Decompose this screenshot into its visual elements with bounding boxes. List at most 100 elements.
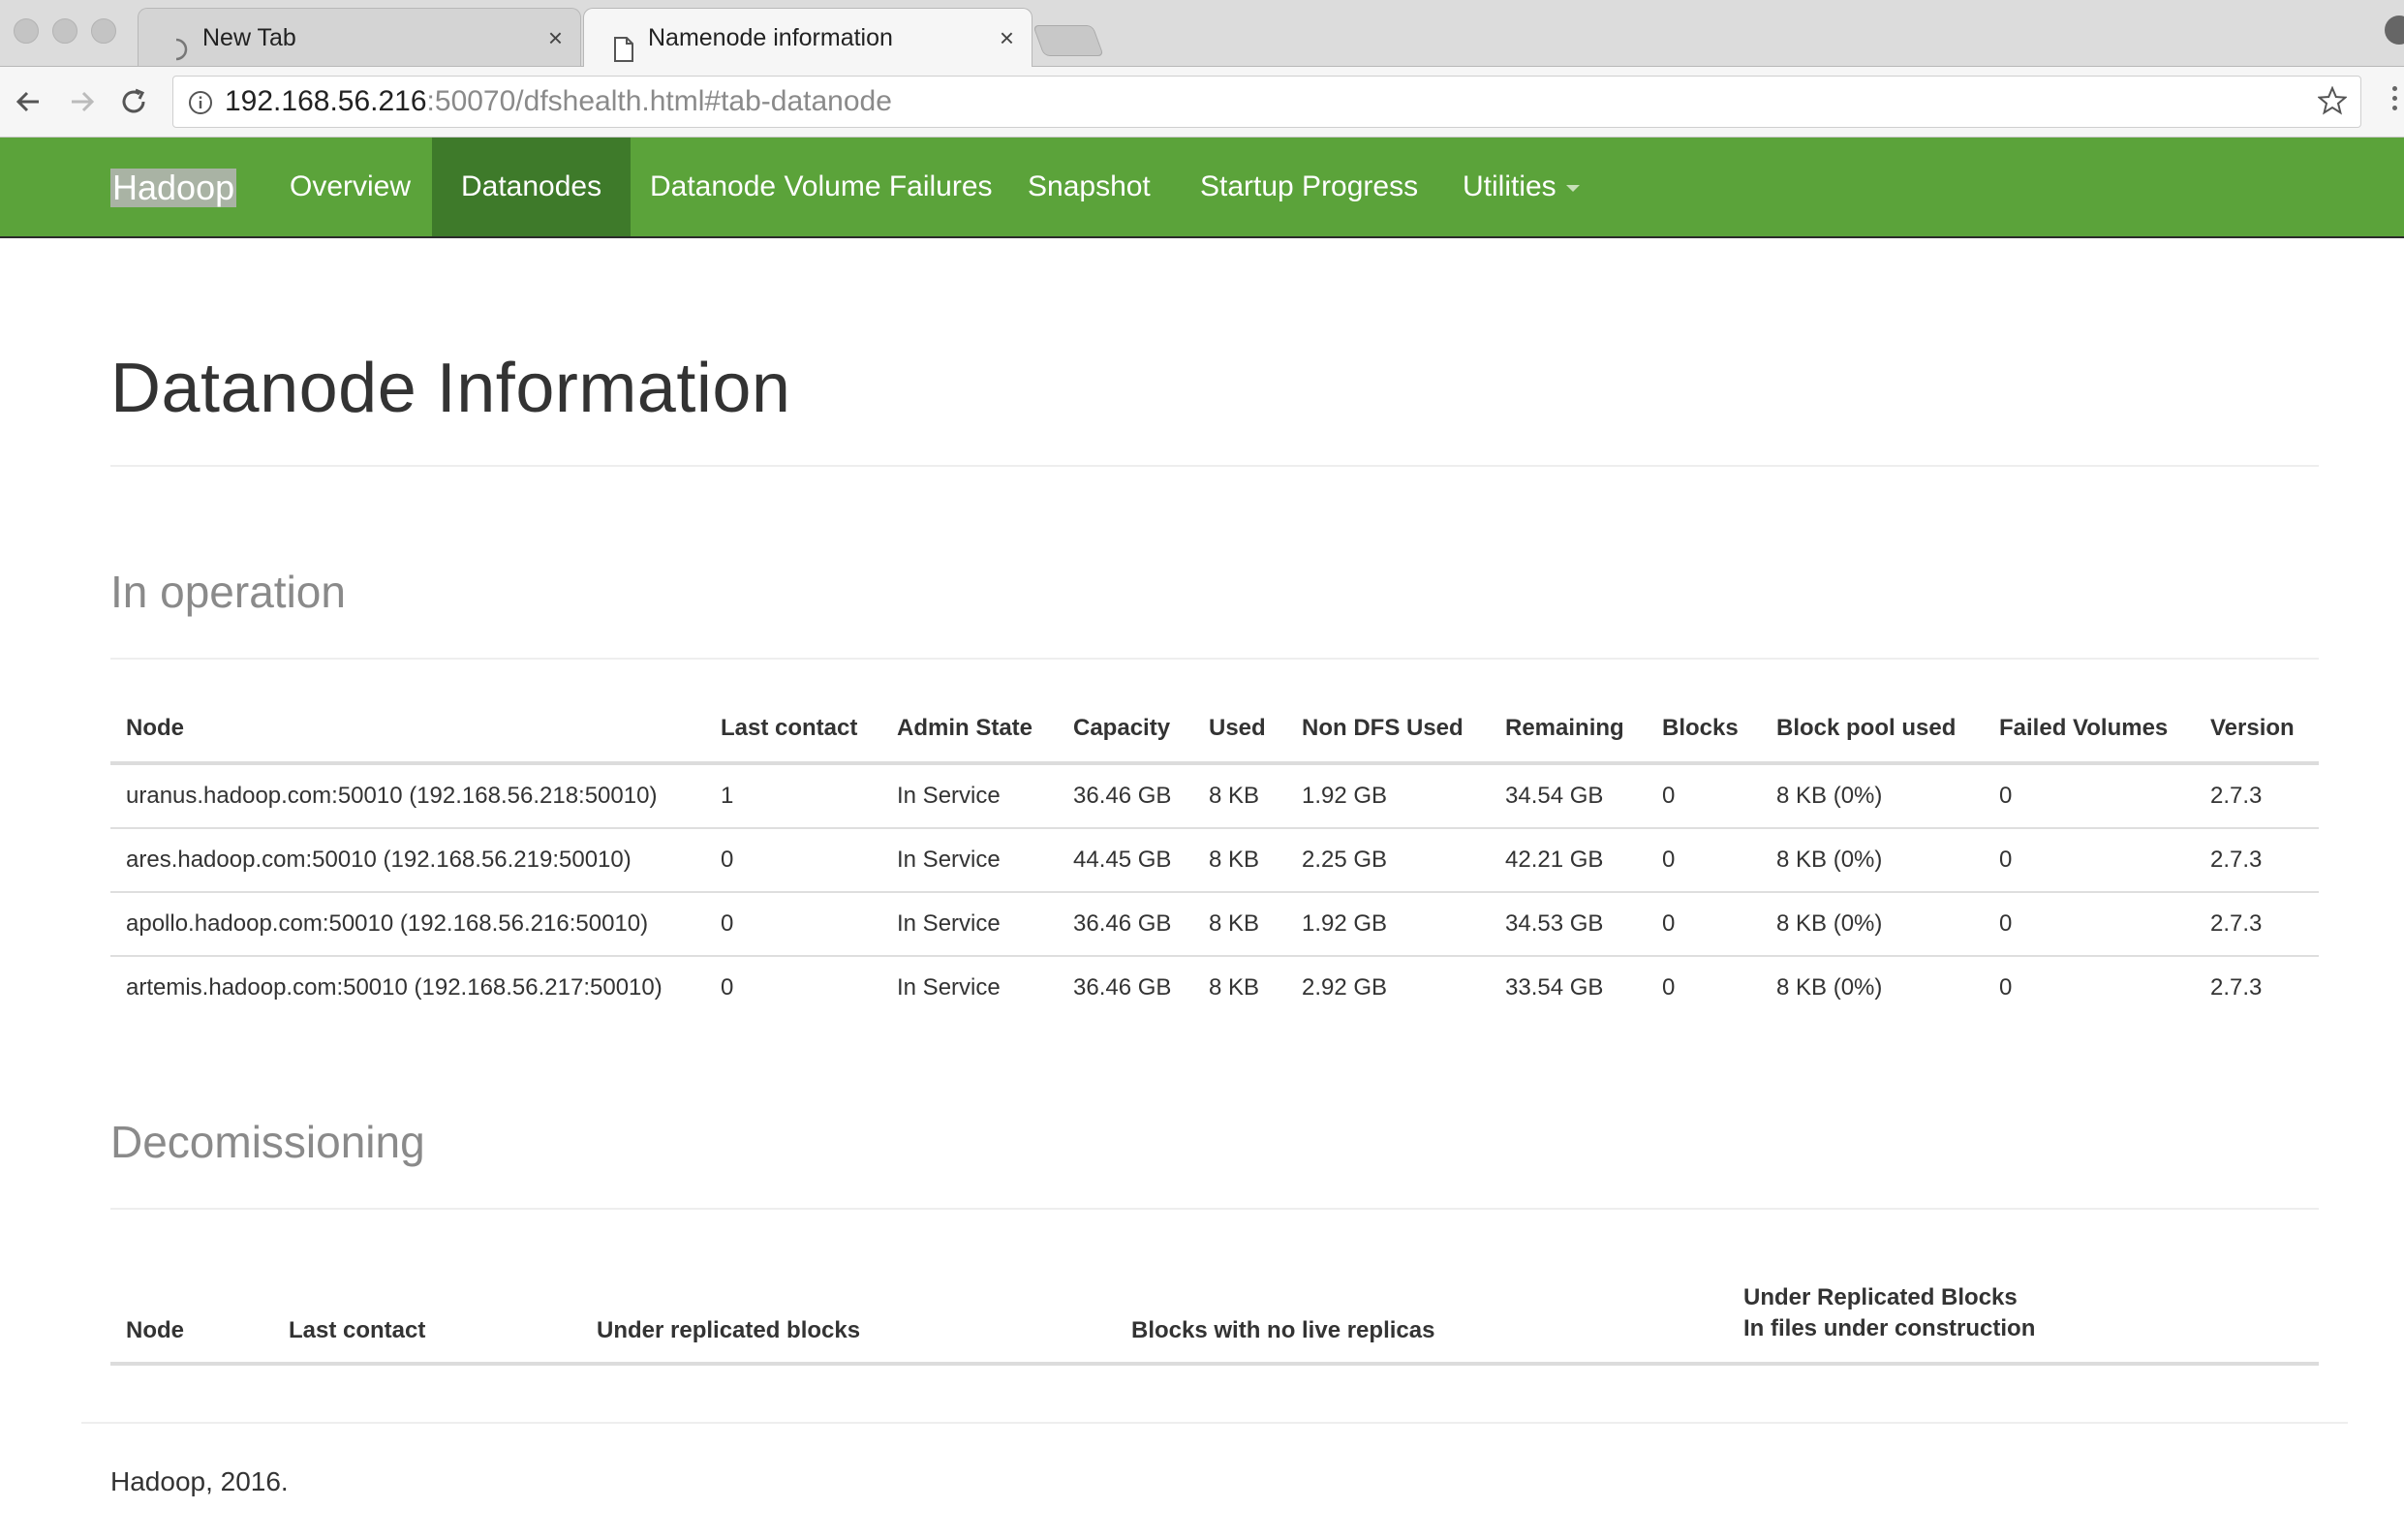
tab-label: Namenode information	[648, 24, 893, 51]
info-icon[interactable]	[187, 89, 214, 121]
caret-down-icon	[1565, 184, 1580, 192]
brand-logo[interactable]: Hadoop	[110, 169, 237, 207]
cell-node: apollo.hadoop.com:50010 (192.168.56.216:…	[110, 891, 705, 956]
table-header-row: Node Last contact Admin State Capacity U…	[110, 695, 2319, 765]
cell-failed-volumes: 0	[1984, 955, 2195, 1019]
header-line: Under Replicated Blocks	[1743, 1284, 2018, 1310]
cell-used: 8 KB	[1193, 891, 1286, 956]
cell-capacity: 44.45 GB	[1058, 827, 1193, 892]
tab-close-icon[interactable]: ×	[548, 9, 563, 67]
nav-utilities-label: Utilities	[1463, 170, 1556, 202]
cell-node: uranus.hadoop.com:50010 (192.168.56.218:…	[126, 783, 658, 809]
col-header[interactable]: Blocks with no live replicas	[1116, 1255, 1728, 1366]
col-header[interactable]: Last contact	[273, 1255, 581, 1366]
cell-block-pool-used: 8 KB (0%)	[1761, 955, 1984, 1019]
col-header[interactable]: Blocks	[1647, 695, 1761, 765]
cell-non-dfs-used: 1.92 GB	[1302, 783, 1388, 809]
col-header[interactable]: Block pool used	[1761, 695, 1984, 765]
nav-datanode-volume-failures[interactable]: Datanode Volume Failures	[650, 138, 993, 236]
cell-failed-volumes: 0	[1984, 827, 2195, 892]
col-header[interactable]: Last contact	[705, 695, 881, 765]
nav-datanodes[interactable]: Datanodes	[432, 138, 632, 236]
nav-startup-progress[interactable]: Startup Progress	[1200, 138, 1418, 236]
section-title-decommissioning: Decomissioning	[110, 1117, 425, 1167]
url-text[interactable]: 192.168.56.216:50070/dfshealth.html#tab-…	[225, 77, 892, 127]
cell-remaining: 33.54 GB	[1490, 955, 1647, 1019]
browser-tab-new-tab[interactable]: New Tab ×	[138, 8, 581, 66]
cell-failed-volumes: 0	[1999, 783, 2013, 809]
col-header[interactable]: Capacity	[1058, 695, 1193, 765]
browser-tab-namenode-information[interactable]: Namenode information ×	[583, 8, 1032, 67]
decommissioning-table: Node Last contact Under replicated block…	[110, 1255, 2319, 1366]
section-title-in-operation: In operation	[110, 567, 346, 617]
cell-last-contact: 0	[705, 827, 881, 892]
url-path: :50070/dfshealth.html#tab-datanode	[426, 85, 892, 117]
col-header[interactable]: Remaining	[1490, 695, 1647, 765]
cell-remaining: 34.53 GB	[1490, 891, 1647, 956]
new-tab-button[interactable]	[1032, 25, 1104, 56]
cell-last-contact: 1	[721, 783, 734, 809]
cell-version: 2.7.3	[2210, 783, 2263, 809]
col-header[interactable]: Node	[110, 695, 705, 765]
footer-text: Hadoop, 2016.	[110, 1466, 289, 1496]
col-header[interactable]: Used	[1193, 695, 1286, 765]
cell-used: 8 KB	[1209, 783, 1260, 809]
col-header[interactable]: Node	[110, 1255, 273, 1366]
cell-block-pool-used: 8 KB (0%)	[1761, 827, 1984, 892]
window-minimize-button[interactable]	[52, 18, 77, 44]
table-header-row: Node Last contact Under replicated block…	[110, 1255, 2319, 1366]
cell-blocks: 0	[1647, 827, 1761, 892]
cell-non-dfs-used: 1.92 GB	[1286, 891, 1490, 956]
cell-node: ares.hadoop.com:50010 (192.168.56.219:50…	[110, 827, 705, 892]
section-divider	[110, 1208, 2319, 1210]
cell-remaining: 42.21 GB	[1490, 827, 1647, 892]
header-line: In files under construction	[1743, 1315, 2036, 1341]
tab-close-icon[interactable]: ×	[1000, 9, 1014, 67]
cell-capacity: 36.46 GB	[1058, 955, 1193, 1019]
cell-block-pool-used: 8 KB (0%)	[1761, 891, 1984, 956]
browser-menu-icon[interactable]	[2392, 86, 2400, 115]
window-close-button[interactable]	[14, 18, 39, 44]
browser-tab-strip: New Tab × Namenode information ×	[0, 0, 2404, 67]
back-arrow-icon[interactable]	[10, 82, 48, 121]
section-divider	[110, 658, 2319, 660]
cell-blocks: 0	[1647, 955, 1761, 1019]
footer-divider	[81, 1422, 2348, 1424]
col-header[interactable]: Under replicated blocks	[581, 1255, 1116, 1366]
cell-blocks: 0	[1647, 891, 1761, 956]
col-header[interactable]: Non DFS Used	[1286, 695, 1490, 765]
title-divider	[110, 465, 2319, 467]
bookmark-star-icon[interactable]	[2316, 85, 2349, 120]
cell-last-contact: 0	[705, 891, 881, 956]
cell-admin-state: In Service	[881, 955, 1058, 1019]
table-row: ares.hadoop.com:50010 (192.168.56.219:50…	[110, 827, 2319, 892]
page-title: Datanode Information	[110, 350, 791, 427]
window-zoom-button[interactable]	[91, 18, 116, 44]
col-header[interactable]: Failed Volumes	[1984, 695, 2195, 765]
in-operation-table: Node Last contact Admin State Capacity U…	[110, 695, 2319, 1019]
col-header-under-construction[interactable]: Under Replicated Blocks In files under c…	[1728, 1255, 2319, 1366]
nav-utilities[interactable]: Utilities	[1463, 138, 1580, 236]
cell-non-dfs-used: 2.92 GB	[1286, 955, 1490, 1019]
cell-remaining: 34.54 GB	[1505, 783, 1604, 809]
col-header[interactable]: Admin State	[881, 695, 1058, 765]
profile-icon[interactable]	[2385, 15, 2404, 45]
cell-version: 2.7.3	[2195, 955, 2319, 1019]
cell-blocks: 0	[1662, 783, 1676, 809]
nav-snapshot[interactable]: Snapshot	[1028, 138, 1151, 236]
cell-version: 2.7.3	[2195, 891, 2319, 956]
cell-last-contact: 0	[705, 955, 881, 1019]
forward-arrow-icon[interactable]	[62, 82, 101, 121]
table-row: artemis.hadoop.com:50010 (192.168.56.217…	[110, 955, 2319, 1019]
col-header[interactable]: Version	[2195, 695, 2319, 765]
cell-failed-volumes: 0	[1984, 891, 2195, 956]
tab-label: New Tab	[202, 24, 296, 51]
cell-capacity: 36.46 GB	[1058, 891, 1193, 956]
reload-icon[interactable]	[114, 82, 153, 121]
table-row: apollo.hadoop.com:50010 (192.168.56.216:…	[110, 891, 2319, 956]
address-bar[interactable]: 192.168.56.216:50070/dfshealth.html#tab-…	[172, 76, 2361, 128]
cell-admin-state: In Service	[881, 891, 1058, 956]
top-navbar: Hadoop Overview Datanodes Datanode Volum…	[0, 138, 2404, 238]
nav-overview[interactable]: Overview	[290, 138, 411, 236]
browser-toolbar: 192.168.56.216:50070/dfshealth.html#tab-…	[0, 67, 2404, 138]
